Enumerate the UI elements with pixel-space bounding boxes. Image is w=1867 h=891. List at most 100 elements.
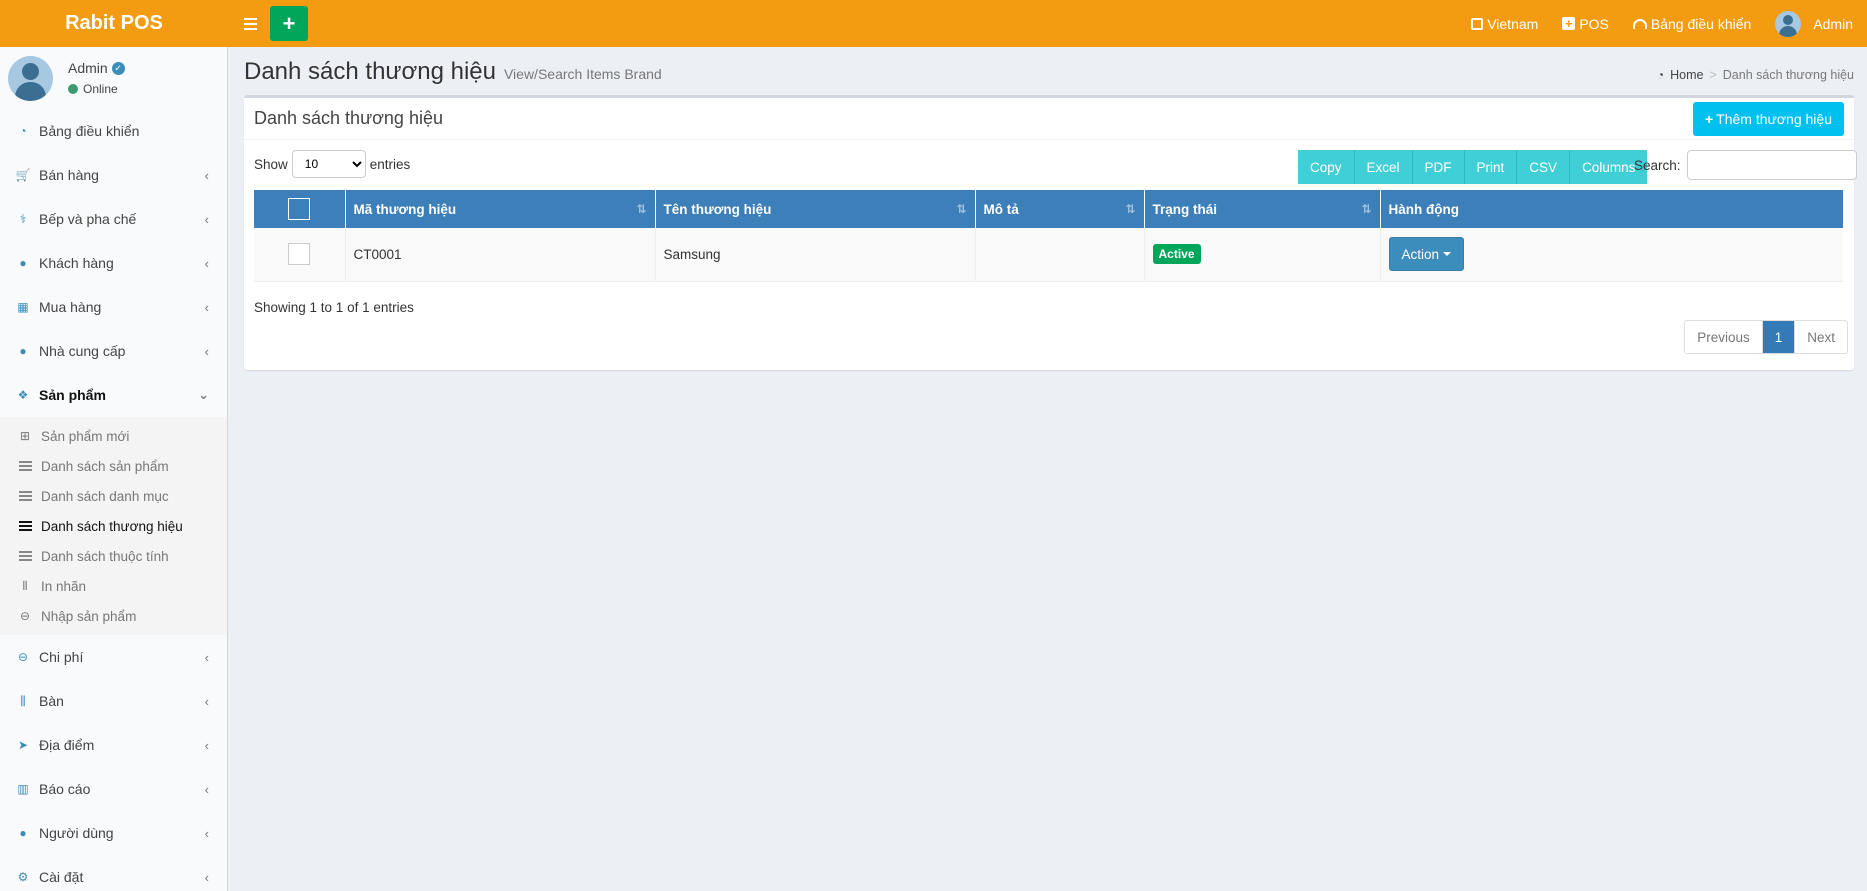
sidebar-item-expenses[interactable]: ⊖ Chi phí ‹ [0,635,227,679]
pagination: Previous 1 Next [1684,320,1848,354]
sidebar-item-customers[interactable]: ● Khách hàng ‹ [0,241,227,285]
sidebar-item-reports[interactable]: ▥ Báo cáo ‹ [0,767,227,811]
entries-length-control: Show 10 entries [254,150,410,178]
page-title: Danh sách thương hiệu [244,58,496,85]
sidebar-item-users[interactable]: ● Người dùng ‹ [0,811,227,855]
sidebar-item-label: Danh sách sản phẩm [41,458,169,474]
sidebar-item-products[interactable]: ❖ Sản phẩm ⌄ [0,373,227,417]
dashboard-icon: ◔ [19,124,27,138]
sidebar-item-category-list[interactable]: Danh sách danh mục [0,481,227,511]
app-logo[interactable]: Rabit POS [0,0,228,47]
sidebar-item-label: Cài đặt [39,869,84,885]
select-all-header [254,190,346,228]
breadcrumb-home[interactable]: Home [1670,68,1703,82]
entries-select[interactable]: 10 [291,150,366,178]
dashboard-link[interactable]: Bảng điều khiển [1632,15,1752,32]
plus-square-icon: ⊞ [19,429,31,443]
sidebar-item-label: Bàn [39,693,64,709]
products-submenu: ⊞ Sản phẩm mới Danh sách sản phẩm Danh s… [0,417,227,635]
sidebar-user-status: Online [83,82,118,96]
sidebar-item-label: Bán hàng [39,167,99,183]
action-dropdown-button[interactable]: Action [1388,237,1465,272]
list-icon [18,491,32,501]
pos-link[interactable]: + POS [1562,16,1609,32]
pagination-next[interactable]: Next [1795,321,1847,353]
bar-chart-icon: ▥ [17,782,29,796]
cell-description [975,228,1145,282]
sidebar-item-label: In nhãn [41,578,87,594]
brand-list-box: Danh sách thương hiệu + Thêm thương hiệu… [244,95,1857,370]
sidebar-item-brand-list[interactable]: Danh sách thương hiệu [0,511,227,541]
sort-icon: ⇅ [1361,202,1372,216]
breadcrumb: ◔ Home > Danh sách thương hiệu [1657,68,1854,82]
print-button[interactable]: Print [1464,150,1518,184]
sidebar-item-purchases[interactable]: ▦ Mua hàng ‹ [0,285,227,329]
pagination-page[interactable]: 1 [1762,321,1796,353]
cutlery-icon: ⫼ [20,693,26,708]
excel-button[interactable]: Excel [1354,150,1413,184]
chevron-left-icon: ‹ [204,781,209,797]
chevron-left-icon: ‹ [204,343,209,359]
sidebar-item-locations[interactable]: ➤ Địa điểm ‹ [0,723,227,767]
pdf-button[interactable]: PDF [1412,150,1465,184]
sidebar-item-kitchen[interactable]: ⚕ Bếp và pha chế ‹ [0,197,227,241]
minus-circle-icon: ⊖ [17,650,29,664]
sidebar: Admin ✓ Online ◔ Bảng điều khiển 🛒 Bán hà… [0,47,228,891]
search-label: Search: [1634,157,1681,173]
sidebar-item-settings[interactable]: ⚙ Cài đặt ‹ [0,855,227,891]
chevron-left-icon: ‹ [204,649,209,665]
csv-button[interactable]: CSV [1517,150,1571,184]
plus-square-icon: + [1562,17,1576,30]
user-menu[interactable]: Admin [1775,10,1853,37]
column-header-name[interactable]: Tên thương hiệu ⇅ [655,190,976,228]
verified-icon: ✓ [111,61,125,75]
sidebar-item-label: Báo cáo [39,781,91,797]
sidebar-item-label: Mua hàng [39,299,102,315]
sidebar-item-suppliers[interactable]: ● Nhà cung cấp ‹ [0,329,227,373]
sidebar-item-product-list[interactable]: Danh sách sản phẩm [0,451,227,481]
copy-button[interactable]: Copy [1298,150,1355,184]
breadcrumb-separator: > [1709,68,1717,82]
chevron-left-icon: ‹ [204,869,209,885]
list-icon [18,521,32,531]
sidebar-item-import-products[interactable]: ⊖ Nhập sản phẩm [0,601,227,631]
column-header-description[interactable]: Mô tả ⇅ [975,190,1145,228]
sidebar-item-new-product[interactable]: ⊞ Sản phẩm mới [0,421,227,451]
sidebar-item-label: Danh sách thuộc tính [41,548,169,564]
dashboard-icon [1632,18,1647,29]
sidebar-item-dashboard[interactable]: ◔ Bảng điều khiển [0,109,227,153]
avatar [1775,10,1802,37]
export-button-group: Copy Excel PDF Print CSV Columns [1298,150,1648,184]
action-label: Action [1401,246,1440,262]
add-brand-button[interactable]: + Thêm thương hiệu [1692,101,1844,136]
sidebar-item-label: Danh sách danh mục [41,488,169,504]
sidebar-item-attribute-list[interactable]: Danh sách thuộc tính [0,541,227,571]
sort-icon: ⇅ [636,202,647,216]
user-panel: Admin ✓ Online [0,47,227,109]
select-all-checkbox[interactable] [288,198,311,220]
quick-add-button[interactable]: + [270,6,308,41]
page-subtitle: View/Search Items Brand [503,66,662,82]
column-header-label: Trạng thái [1152,201,1218,217]
sidebar-item-sales[interactable]: 🛒 Bán hàng ‹ [0,153,227,197]
sidebar-item-print-labels[interactable]: ⦀ In nhãn [0,571,227,601]
sidebar-toggle-icon[interactable] [240,13,262,35]
user-menu-label: Admin [1813,15,1853,32]
dashboard-label: Bảng điều khiển [1650,15,1752,32]
column-header-code[interactable]: Mã thương hiệu ⇅ [345,190,656,228]
column-header-status[interactable]: Trạng thái ⇅ [1144,190,1381,228]
language-selector[interactable]: Vietnam [1471,16,1538,32]
pagination-previous[interactable]: Previous [1685,321,1763,353]
sidebar-item-tables[interactable]: ⫼ Bàn ‹ [0,679,227,723]
chevron-left-icon: ‹ [204,737,209,753]
cell-code: CT0001 [345,228,656,282]
sidebar-item-label: Sản phẩm mới [41,428,130,444]
search-input[interactable] [1686,150,1857,180]
cell-name: Samsung [655,228,976,282]
row-checkbox[interactable] [288,243,311,266]
kitchen-icon: ⚕ [19,212,27,226]
breadcrumb-current: Danh sách thương hiệu [1722,68,1854,82]
language-label: Vietnam [1487,15,1539,32]
chevron-left-icon: ‹ [204,299,209,315]
caret-down-icon [1443,252,1452,257]
